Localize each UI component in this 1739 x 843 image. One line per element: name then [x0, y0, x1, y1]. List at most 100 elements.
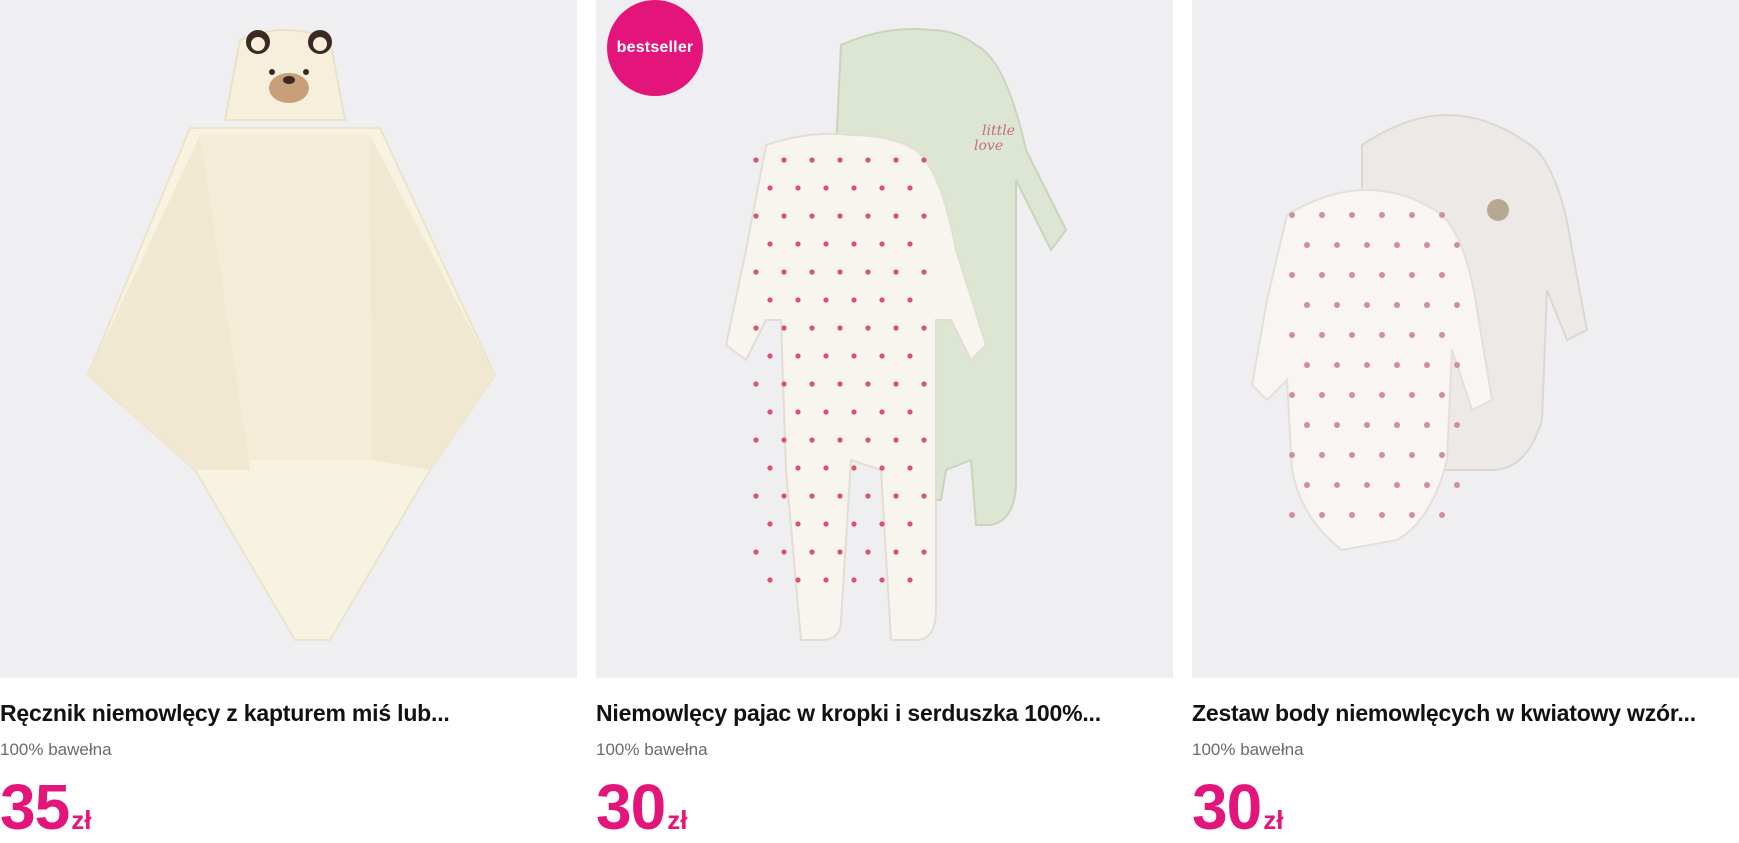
print-dot [795, 185, 801, 191]
print-dot [921, 493, 927, 499]
print-dot [879, 577, 885, 583]
print-dot [767, 577, 773, 583]
price-currency: zł [1263, 805, 1284, 835]
print-flower [1454, 302, 1460, 308]
print-dot [907, 465, 913, 471]
print-flower [1289, 452, 1295, 458]
print-dot [837, 549, 843, 555]
print-dot [921, 213, 927, 219]
print-flower [1364, 242, 1370, 248]
print-dot [907, 409, 913, 415]
print-dot [837, 493, 843, 499]
print-dot [893, 493, 899, 499]
print-dot [865, 549, 871, 555]
product-card-bodysuits[interactable]: Zestaw body niemowlęcych w kwiatowy wzór… [1192, 0, 1739, 842]
print-flower [1334, 362, 1340, 368]
print-flower [1319, 452, 1325, 458]
price-amount: 35 [0, 771, 70, 843]
print-flower [1334, 422, 1340, 428]
print-flower [1424, 482, 1430, 488]
print-dot [795, 521, 801, 527]
product-price: 30zł [1192, 772, 1283, 842]
print-dot [753, 437, 759, 443]
print-dot [837, 213, 843, 219]
print-flower [1409, 452, 1415, 458]
print-dot [921, 381, 927, 387]
print-flower [1364, 302, 1370, 308]
product-image-sleepsuits[interactable]: little love bestseller [596, 0, 1173, 678]
print-flower [1289, 272, 1295, 278]
print-dot [795, 409, 801, 415]
print-dot [907, 241, 913, 247]
print-dot [823, 521, 829, 527]
print-dot [781, 381, 787, 387]
print-dot [809, 437, 815, 443]
print-dot [851, 297, 857, 303]
print-flower [1334, 302, 1340, 308]
print-dot [753, 269, 759, 275]
print-dot [865, 325, 871, 331]
print-dot [893, 437, 899, 443]
print-dot [753, 213, 759, 219]
product-image-towel[interactable] [0, 0, 577, 678]
print-flower [1439, 452, 1445, 458]
print-dot [907, 185, 913, 191]
print-dot [781, 157, 787, 163]
print-dot [865, 269, 871, 275]
product-price: 35zł [0, 772, 91, 842]
print-dot [795, 353, 801, 359]
print-flower [1379, 392, 1385, 398]
print-flower [1319, 332, 1325, 338]
print-flower [1439, 512, 1445, 518]
print-dot [907, 353, 913, 359]
print-flower [1304, 362, 1310, 368]
print-flower [1349, 512, 1355, 518]
print-dot [795, 577, 801, 583]
print-dot [907, 521, 913, 527]
print-dot [753, 493, 759, 499]
print-dot [809, 493, 815, 499]
product-title[interactable]: Zestaw body niemowlęcych w kwiatowy wzór… [1192, 700, 1739, 727]
product-title[interactable]: Ręcznik niemowlęcy z kapturem miś lub... [0, 700, 577, 727]
print-dot [809, 157, 815, 163]
print-dot [767, 241, 773, 247]
print-dot [837, 381, 843, 387]
print-flower [1439, 272, 1445, 278]
print-dot [767, 353, 773, 359]
print-flower [1349, 392, 1355, 398]
print-flower [1319, 512, 1325, 518]
print-flower [1454, 422, 1460, 428]
print-flower [1304, 482, 1310, 488]
print-dot [809, 549, 815, 555]
print-dot [921, 549, 927, 555]
print-dot [893, 269, 899, 275]
print-dot [809, 325, 815, 331]
product-card-towel[interactable]: Ręcznik niemowlęcy z kapturem miś lub...… [0, 0, 577, 842]
bestseller-badge: bestseller [607, 0, 703, 96]
print-flower [1289, 212, 1295, 218]
print-dot [767, 465, 773, 471]
print-dot [823, 409, 829, 415]
print-flower [1349, 452, 1355, 458]
print-dot [921, 437, 927, 443]
print-dot [851, 409, 857, 415]
print-dot [879, 353, 885, 359]
product-title[interactable]: Niemowlęcy pajac w kropki i serduszka 10… [596, 700, 1173, 727]
product-image-bodysuits[interactable] [1192, 0, 1739, 678]
print-dot [893, 157, 899, 163]
print-dot [795, 465, 801, 471]
product-card-sleepsuits[interactable]: little love bestseller Niemowlęcy pajac … [596, 0, 1173, 842]
print-dot [823, 185, 829, 191]
product-material: 100% bawełna [596, 740, 708, 759]
print-dot [865, 213, 871, 219]
print-flower [1409, 332, 1415, 338]
print-dot [795, 241, 801, 247]
print-dot [781, 325, 787, 331]
print-dot [823, 241, 829, 247]
print-dot [781, 549, 787, 555]
svg-text:love: love [974, 138, 1003, 154]
print-dot [921, 157, 927, 163]
print-flower [1304, 242, 1310, 248]
print-dot [879, 409, 885, 415]
print-dot [823, 577, 829, 583]
